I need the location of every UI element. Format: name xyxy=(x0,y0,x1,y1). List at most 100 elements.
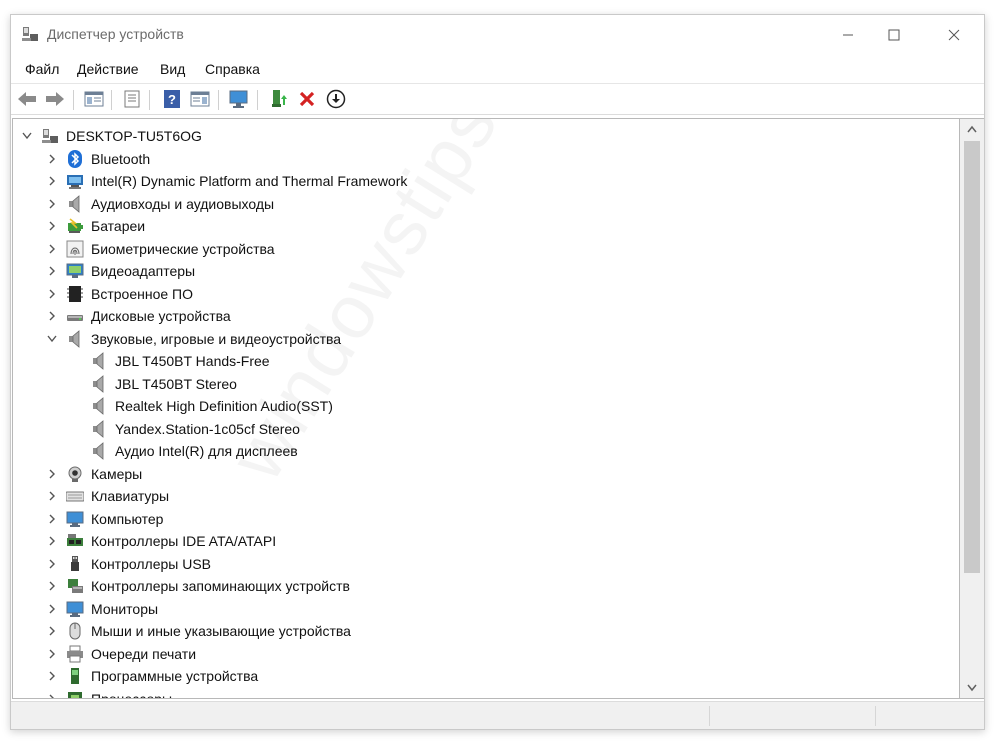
expand-chevron-right-icon[interactable] xyxy=(46,260,58,282)
tree-category-item[interactable]: Контроллеры USB xyxy=(66,553,211,575)
scan-hardware-monitor-icon xyxy=(229,90,248,108)
menu-file[interactable]: Файл xyxy=(25,61,59,77)
expand-chevron-right-icon[interactable] xyxy=(46,305,58,327)
tree-category-item[interactable]: Контроллеры запоминающих устройств xyxy=(66,575,350,597)
tree-category-item[interactable]: Очереди печати xyxy=(66,643,196,665)
tree-category-item[interactable]: Видеоадаптеры xyxy=(66,260,195,282)
speaker-icon xyxy=(93,374,104,393)
expand-chevron-right-icon[interactable] xyxy=(46,148,58,170)
printer-icon xyxy=(67,645,83,662)
toolbar-separator xyxy=(218,90,219,110)
expand-chevron-down-icon[interactable] xyxy=(21,125,33,147)
tree-category-item[interactable]: Мониторы xyxy=(66,598,158,620)
device-label: Аудио Intel(R) для дисплеев xyxy=(115,443,298,459)
tree-category-item[interactable]: Intel(R) Dynamic Platform and Thermal Fr… xyxy=(66,170,407,192)
tree-device-item[interactable]: JBL T450BT Hands-Free xyxy=(90,350,270,372)
expand-chevron-right-icon[interactable] xyxy=(46,643,58,665)
status-bar-divider xyxy=(709,706,710,726)
expand-chevron-right-icon[interactable] xyxy=(46,620,58,642)
expand-chevron-right-icon[interactable] xyxy=(46,215,58,237)
scroll-thumb[interactable] xyxy=(964,141,980,573)
expand-chevron-right-icon[interactable] xyxy=(46,485,58,507)
monitor-icon xyxy=(66,511,84,527)
device-label: JBL T450BT Hands-Free xyxy=(115,353,270,369)
toolbar-separator xyxy=(73,90,74,110)
tree-category-item[interactable]: Дисковые устройства xyxy=(66,305,231,327)
status-bar xyxy=(11,701,984,729)
tree-category-item[interactable]: Клавиатуры xyxy=(66,485,169,507)
vertical-scrollbar[interactable] xyxy=(960,118,984,699)
expand-chevron-right-icon[interactable] xyxy=(46,530,58,552)
expand-chevron-right-icon[interactable] xyxy=(46,575,58,597)
expand-chevron-right-icon[interactable] xyxy=(46,665,58,687)
device-tree[interactable]: windowstips.ru DESKTOP-TU5T6OGBluetoothI… xyxy=(12,118,960,699)
tree-device-item[interactable]: Yandex.Station-1c05cf Stereo xyxy=(90,418,300,440)
chevron-up-icon xyxy=(967,125,977,133)
tree-category-item[interactable]: Аудиовходы и аудиовыходы xyxy=(66,193,274,215)
category-label: Батареи xyxy=(91,218,146,234)
help-button[interactable]: ? xyxy=(161,88,183,110)
action-pane-button[interactable] xyxy=(189,88,211,110)
collapse-chevron-down-icon[interactable] xyxy=(46,328,58,350)
expand-chevron-right-icon[interactable] xyxy=(46,193,58,215)
window-title: Диспетчер устройств xyxy=(47,26,184,42)
disable-device-button[interactable] xyxy=(325,88,347,110)
expand-chevron-right-icon[interactable] xyxy=(46,598,58,620)
tree-category-item[interactable]: Процессоры xyxy=(66,688,172,698)
tree-category-item[interactable]: Камеры xyxy=(66,463,142,485)
tree-category-item[interactable]: Компьютер xyxy=(66,508,163,530)
update-driver-button[interactable] xyxy=(268,88,290,110)
back-button[interactable] xyxy=(16,88,38,110)
minimize-icon xyxy=(843,34,853,36)
tree-device-item[interactable]: Realtek High Definition Audio(SST) xyxy=(90,395,333,417)
svg-text:?: ? xyxy=(168,92,176,107)
category-label: Программные устройства xyxy=(91,668,259,684)
category-label: Звуковые, игровые и видеоустройства xyxy=(91,330,342,347)
expand-chevron-right-icon[interactable] xyxy=(46,508,58,530)
monitor-icon xyxy=(66,601,84,617)
tree-category-item[interactable]: Контроллеры IDE ATA/ATAPI xyxy=(66,530,276,552)
fingerprint-icon xyxy=(66,240,84,257)
expand-chevron-right-icon[interactable] xyxy=(46,463,58,485)
category-label: Контроллеры IDE ATA/ATAPI xyxy=(91,533,277,549)
category-label: Встроенное ПО xyxy=(91,285,193,302)
category-label: Видеоадаптеры xyxy=(91,263,196,279)
category-label: Мыши и иные указывающие устройства xyxy=(91,623,351,639)
properties-button[interactable] xyxy=(121,88,143,110)
status-bar-divider xyxy=(875,706,876,726)
expand-chevron-right-icon[interactable] xyxy=(46,283,58,305)
tree-category-item[interactable]: Программные устройства xyxy=(66,665,258,687)
expand-chevron-right-icon[interactable] xyxy=(46,553,58,575)
toolbar-separator xyxy=(257,90,258,110)
close-button[interactable] xyxy=(931,15,977,55)
tree-category-item[interactable]: Батареи xyxy=(66,215,145,237)
scroll-up-button[interactable] xyxy=(960,119,984,139)
toolbar-separator xyxy=(149,90,150,110)
title-bar: Диспетчер устройств xyxy=(11,15,984,55)
show-hide-console-tree-button[interactable] xyxy=(83,88,105,110)
menu-help[interactable]: Справка xyxy=(205,61,260,77)
tree-device-item[interactable]: Аудио Intel(R) для дисплеев xyxy=(90,440,298,462)
scroll-down-button[interactable] xyxy=(960,678,984,698)
expand-chevron-right-icon[interactable] xyxy=(46,238,58,260)
expand-chevron-right-icon[interactable] xyxy=(46,170,58,192)
scan-hardware-button[interactable] xyxy=(228,88,250,110)
tree-category-item[interactable]: Мыши и иные указывающие устройства xyxy=(66,620,351,642)
uninstall-device-button[interactable] xyxy=(296,88,318,110)
category-label: Контроллеры запоминающих устройств xyxy=(91,578,350,594)
tree-category-item[interactable]: Встроенное ПО xyxy=(66,283,193,305)
minimize-button[interactable] xyxy=(825,15,871,55)
speaker-icon xyxy=(93,397,104,415)
maximize-button[interactable] xyxy=(871,15,917,55)
menu-action[interactable]: Действие xyxy=(77,61,139,77)
firmware-chip-icon xyxy=(67,285,83,302)
tree-category-item[interactable]: Биометрические устройства xyxy=(66,238,275,260)
tree-root-computer[interactable]: DESKTOP-TU5T6OG xyxy=(41,125,202,147)
menu-view[interactable]: Вид xyxy=(160,61,185,77)
tree-device-item[interactable]: JBL T450BT Stereo xyxy=(90,373,237,395)
forward-button[interactable] xyxy=(44,88,66,110)
tree-category-item[interactable]: Bluetooth xyxy=(66,148,150,170)
expand-chevron-right-icon[interactable] xyxy=(46,688,58,698)
tree-category-item[interactable]: Звуковые, игровые и видеоустройства xyxy=(66,328,341,350)
category-label: Биометрические устройства xyxy=(91,240,275,257)
